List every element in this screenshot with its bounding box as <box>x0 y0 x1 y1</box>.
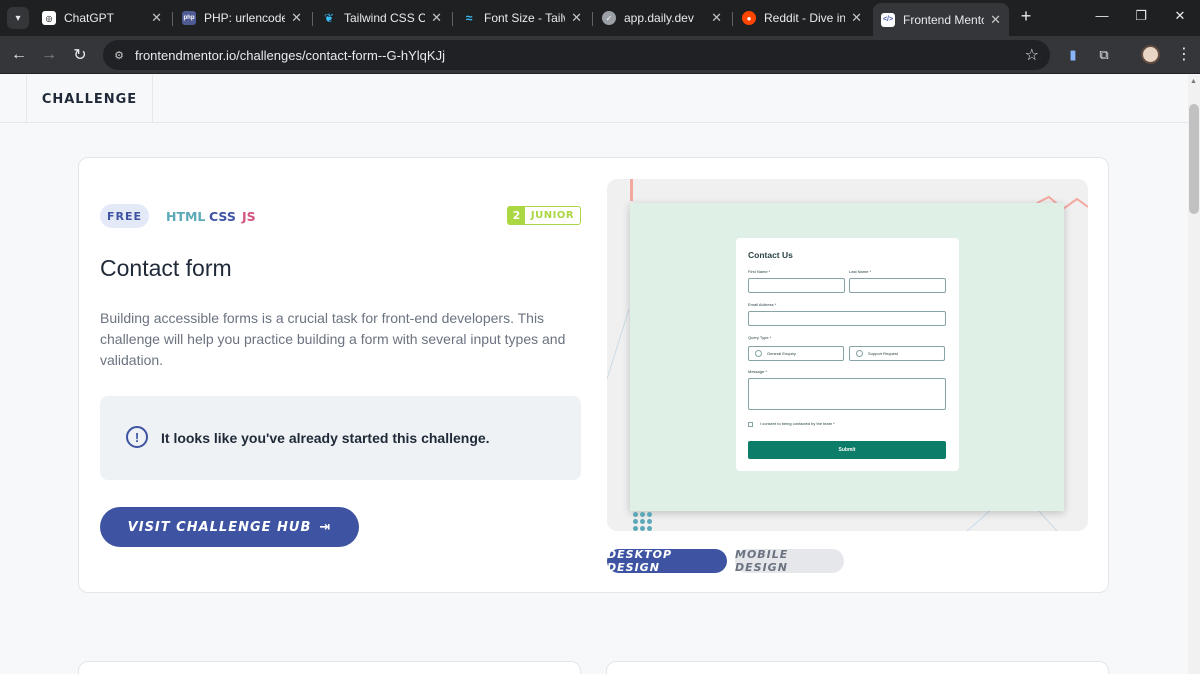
close-tab-icon[interactable]: ✕ <box>851 10 862 26</box>
notice-text: It looks like you've already started thi… <box>161 430 490 446</box>
preview-email-field <box>748 311 946 326</box>
preview-consent-text: I consent to being contacted by the team… <box>760 421 835 426</box>
browser-tab-tailwind-cheatsheet[interactable]: ❦ Tailwind CSS Che ✕ <box>314 4 450 32</box>
extensions-puzzle-icon[interactable]: ⧉ <box>1094 45 1114 65</box>
design-preview-image[interactable]: Contact Us First Name * Last Name * Emai… <box>607 179 1088 531</box>
browser-tab-bar: ▾ ◎ ChatGPT ✕ php PHP: urlencode - ✕ ❦ T… <box>0 0 1200 36</box>
tailwind-icon: ≈ <box>465 11 473 25</box>
chatgpt-icon: ◎ <box>42 11 56 25</box>
preview-first-name-field <box>748 278 845 293</box>
preview-radio-general-enquiry: General Enquiry <box>748 346 844 361</box>
free-badge: FREE <box>100 204 149 228</box>
browser-tab-tailwind-font-size[interactable]: ≈ Font Size - Tailwi ✕ <box>454 4 590 32</box>
tailwind-leaf-icon: ❦ <box>323 11 335 25</box>
preview-form-title: Contact Us <box>748 250 793 260</box>
challenge-title: Contact form <box>100 255 232 281</box>
close-tab-icon[interactable]: ✕ <box>990 12 1001 28</box>
subnav-tab-challenge[interactable]: CHALLENGE <box>26 75 153 123</box>
browser-tab-php[interactable]: php PHP: urlencode - ✕ <box>174 4 310 32</box>
address-bar[interactable]: ⚙ frontendmentor.io/challenges/contact-f… <box>103 40 1050 70</box>
level-number: 2 <box>508 207 525 224</box>
tab-title: Frontend Mentor <box>903 12 985 27</box>
close-tab-icon[interactable]: ✕ <box>711 10 722 26</box>
preview-dot-pattern <box>633 512 657 531</box>
preview-mock-page: Contact Us First Name * Last Name * Emai… <box>630 203 1064 511</box>
tab-title: app.daily.dev <box>624 11 694 25</box>
preview-radio-support-request: Support Request <box>849 346 945 361</box>
browser-tab-frontend-mentor[interactable]: </> Frontend Mentor ✕ <box>873 3 1009 36</box>
browser-toolbar: ← → ↻ ⚙ frontendmentor.io/challenges/con… <box>0 36 1200 74</box>
preview-label-email: Email Address * <box>748 302 777 307</box>
preview-consent-checkbox <box>748 422 753 427</box>
preview-label-first-name: First Name * <box>748 269 771 274</box>
site-info-icon[interactable]: ⚙ <box>111 47 127 63</box>
browser-tab-chatgpt[interactable]: ◎ ChatGPT ✕ <box>34 4 170 32</box>
profile-avatar[interactable] <box>1141 45 1160 64</box>
enter-arrow-icon: ⇥ <box>319 519 332 535</box>
next-section-card-right <box>606 661 1109 674</box>
php-icon: php <box>182 11 196 25</box>
hub-button-label: VISIT CHALLENGE HUB <box>127 519 312 535</box>
new-tab-button[interactable]: + <box>1015 6 1037 27</box>
close-tab-icon[interactable]: ✕ <box>151 10 162 26</box>
tab-title: ChatGPT <box>64 11 115 25</box>
close-tab-icon[interactable]: ✕ <box>291 10 302 26</box>
browser-tab-daily-dev[interactable]: ✓ app.daily.dev ✕ <box>594 4 730 32</box>
tab-title: Tailwind CSS Che <box>344 11 426 25</box>
preview-last-name-field <box>849 278 946 293</box>
preview-message-field <box>748 378 946 410</box>
language-tag-js: JS <box>242 209 256 224</box>
challenge-subnav: CHALLENGE <box>0 75 1188 123</box>
close-tab-icon[interactable]: ✕ <box>571 10 582 26</box>
visit-challenge-hub-button[interactable]: VISIT CHALLENGE HUB ⇥ <box>100 507 359 547</box>
frontend-mentor-icon: </> <box>881 12 895 27</box>
reload-icon[interactable]: ↻ <box>69 44 91 66</box>
forward-arrow-icon[interactable]: → <box>38 44 60 66</box>
browser-menu-icon[interactable]: ⋮ <box>1176 44 1192 64</box>
preview-label-last-name: Last Name * <box>849 269 872 274</box>
url-text[interactable]: frontendmentor.io/challenges/contact-for… <box>135 48 445 63</box>
extension-icon[interactable]: ▮ <box>1063 45 1083 65</box>
level-name: JUNIOR <box>530 210 575 221</box>
mobile-design-tab[interactable]: MOBILE DESIGN <box>735 548 844 574</box>
preview-submit-button: Submit <box>748 441 946 459</box>
language-tag-html: HTML <box>166 209 206 224</box>
preview-label-message: Message * <box>748 369 767 374</box>
minimize-icon[interactable]: — <box>1092 8 1112 23</box>
close-window-icon[interactable]: ✕ <box>1170 8 1190 24</box>
tab-title: Font Size - Tailwi <box>484 11 565 25</box>
next-section-card-left <box>78 661 581 674</box>
info-exclamation-icon: ! <box>126 426 148 448</box>
difficulty-level-badge: 2 JUNIOR <box>507 206 581 225</box>
close-tab-icon[interactable]: ✕ <box>431 10 442 26</box>
bookmark-star-icon[interactable]: ☆ <box>1025 45 1039 65</box>
challenge-card: FREE HTML CSS JS 2 JUNIOR Contact form B… <box>78 157 1109 593</box>
preview-label-query-type: Query Type * <box>748 335 772 340</box>
desktop-design-tab[interactable]: DESKTOP DESIGN <box>607 548 727 574</box>
scrollbar-thumb[interactable] <box>1189 104 1199 214</box>
language-tag-css: CSS <box>209 209 236 224</box>
started-challenge-notice: ! It looks like you've already started t… <box>100 396 581 480</box>
challenge-description: Building accessible forms is a crucial t… <box>100 310 566 368</box>
scroll-up-arrow-icon[interactable]: ▲ <box>1190 78 1197 85</box>
tab-search-button[interactable]: ▾ <box>7 7 29 29</box>
daily-dev-icon: ✓ <box>602 11 616 25</box>
tab-title: PHP: urlencode - <box>204 11 286 25</box>
back-arrow-icon[interactable]: ← <box>8 44 30 66</box>
browser-tab-reddit[interactable]: ● Reddit - Dive into ✕ <box>734 4 870 32</box>
reddit-icon: ● <box>742 11 756 25</box>
page-viewport: CHALLENGE FREE HTML CSS JS 2 JUNIOR Cont… <box>0 75 1188 674</box>
restore-icon[interactable]: ❐ <box>1131 8 1151 24</box>
tab-title: Reddit - Dive into <box>764 11 846 25</box>
preview-contact-form: Contact Us First Name * Last Name * Emai… <box>736 238 959 471</box>
